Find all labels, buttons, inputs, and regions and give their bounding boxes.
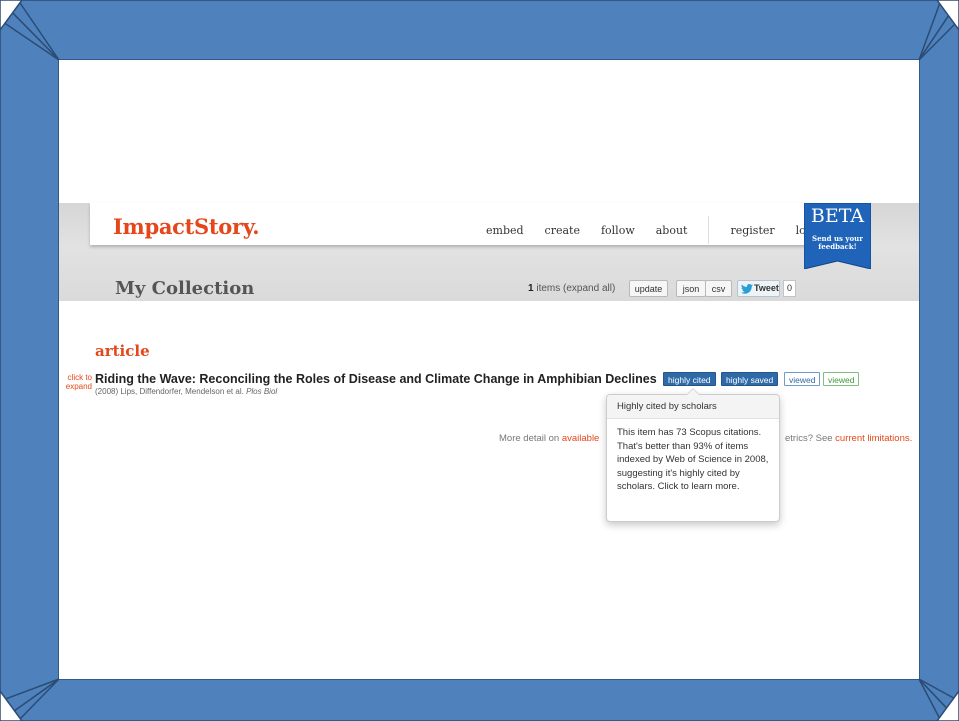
article-meta: (2008) Lips, Diffendorfer, Mendelson et … (95, 387, 277, 396)
article-title-text: Riding the Wave: Reconciling the Roles o… (95, 372, 657, 386)
nav-divider (708, 216, 710, 244)
article-title[interactable]: Riding the Wave: Reconciling the Roles o… (95, 372, 672, 386)
top-navbar: ImpactStory. embed create follow about r… (90, 203, 830, 245)
nav-register[interactable]: register (730, 224, 774, 237)
nav-follow[interactable]: follow (601, 224, 635, 237)
screenshot-area: ImpactStory. embed create follow about r… (59, 60, 919, 679)
items-label: items (536, 283, 561, 294)
expand-all-link[interactable]: (expand all) (563, 283, 615, 294)
click-to-expand[interactable]: click to expand (59, 373, 92, 391)
impactstory-logo[interactable]: ImpactStory. (113, 214, 260, 239)
page-title: My Collection (115, 278, 255, 299)
beta-feedback-ribbon[interactable]: BETA Send us your feedback! (804, 203, 871, 269)
article-journal: Plos Biol (246, 387, 278, 396)
items-count: 1 items (expand all) (528, 283, 615, 294)
item-count-number: 1 (528, 283, 534, 294)
badge-highly-saved[interactable]: highly saved (721, 372, 779, 386)
popover-arrow (686, 388, 700, 395)
badge-viewed-blue[interactable]: viewed (784, 372, 821, 386)
more-detail-left: More detail on available (499, 433, 600, 444)
nav-create[interactable]: create (545, 224, 580, 237)
nav-about[interactable]: about (656, 224, 688, 237)
json-button[interactable]: json (676, 280, 706, 297)
nav-embed[interactable]: embed (486, 224, 524, 237)
csv-button[interactable]: csv (705, 280, 732, 297)
available-metrics-link[interactable]: available (562, 433, 600, 444)
twitter-bird-icon (741, 284, 753, 294)
current-limitations-link[interactable]: current limitations. (835, 433, 912, 444)
popover-title: Highly cited by scholars (607, 395, 779, 419)
article-authors: (2008) Lips, Diffendorfer, Mendelson et … (95, 387, 244, 396)
badge-highly-cited[interactable]: highly cited (663, 372, 716, 386)
nav-links: embed create follow about register log i… (486, 216, 848, 244)
tweet-count: 0 (783, 280, 796, 297)
badge-viewed-green[interactable]: viewed (823, 372, 860, 386)
section-heading-article: article (95, 342, 150, 360)
tweet-label: Tweet (754, 283, 779, 293)
beta-feedback-text: Send us your feedback! (812, 234, 863, 251)
highly-cited-popover[interactable]: Highly cited by scholars This item has 7… (606, 388, 780, 522)
tweet-button[interactable]: Tweet (737, 280, 780, 297)
update-button[interactable]: update (629, 280, 668, 297)
popover-body: This item has 73 Scopus citations. That'… (617, 427, 769, 493)
more-detail-right: etrics? See current limitations. (785, 433, 913, 444)
beta-label: BETA (810, 205, 865, 227)
